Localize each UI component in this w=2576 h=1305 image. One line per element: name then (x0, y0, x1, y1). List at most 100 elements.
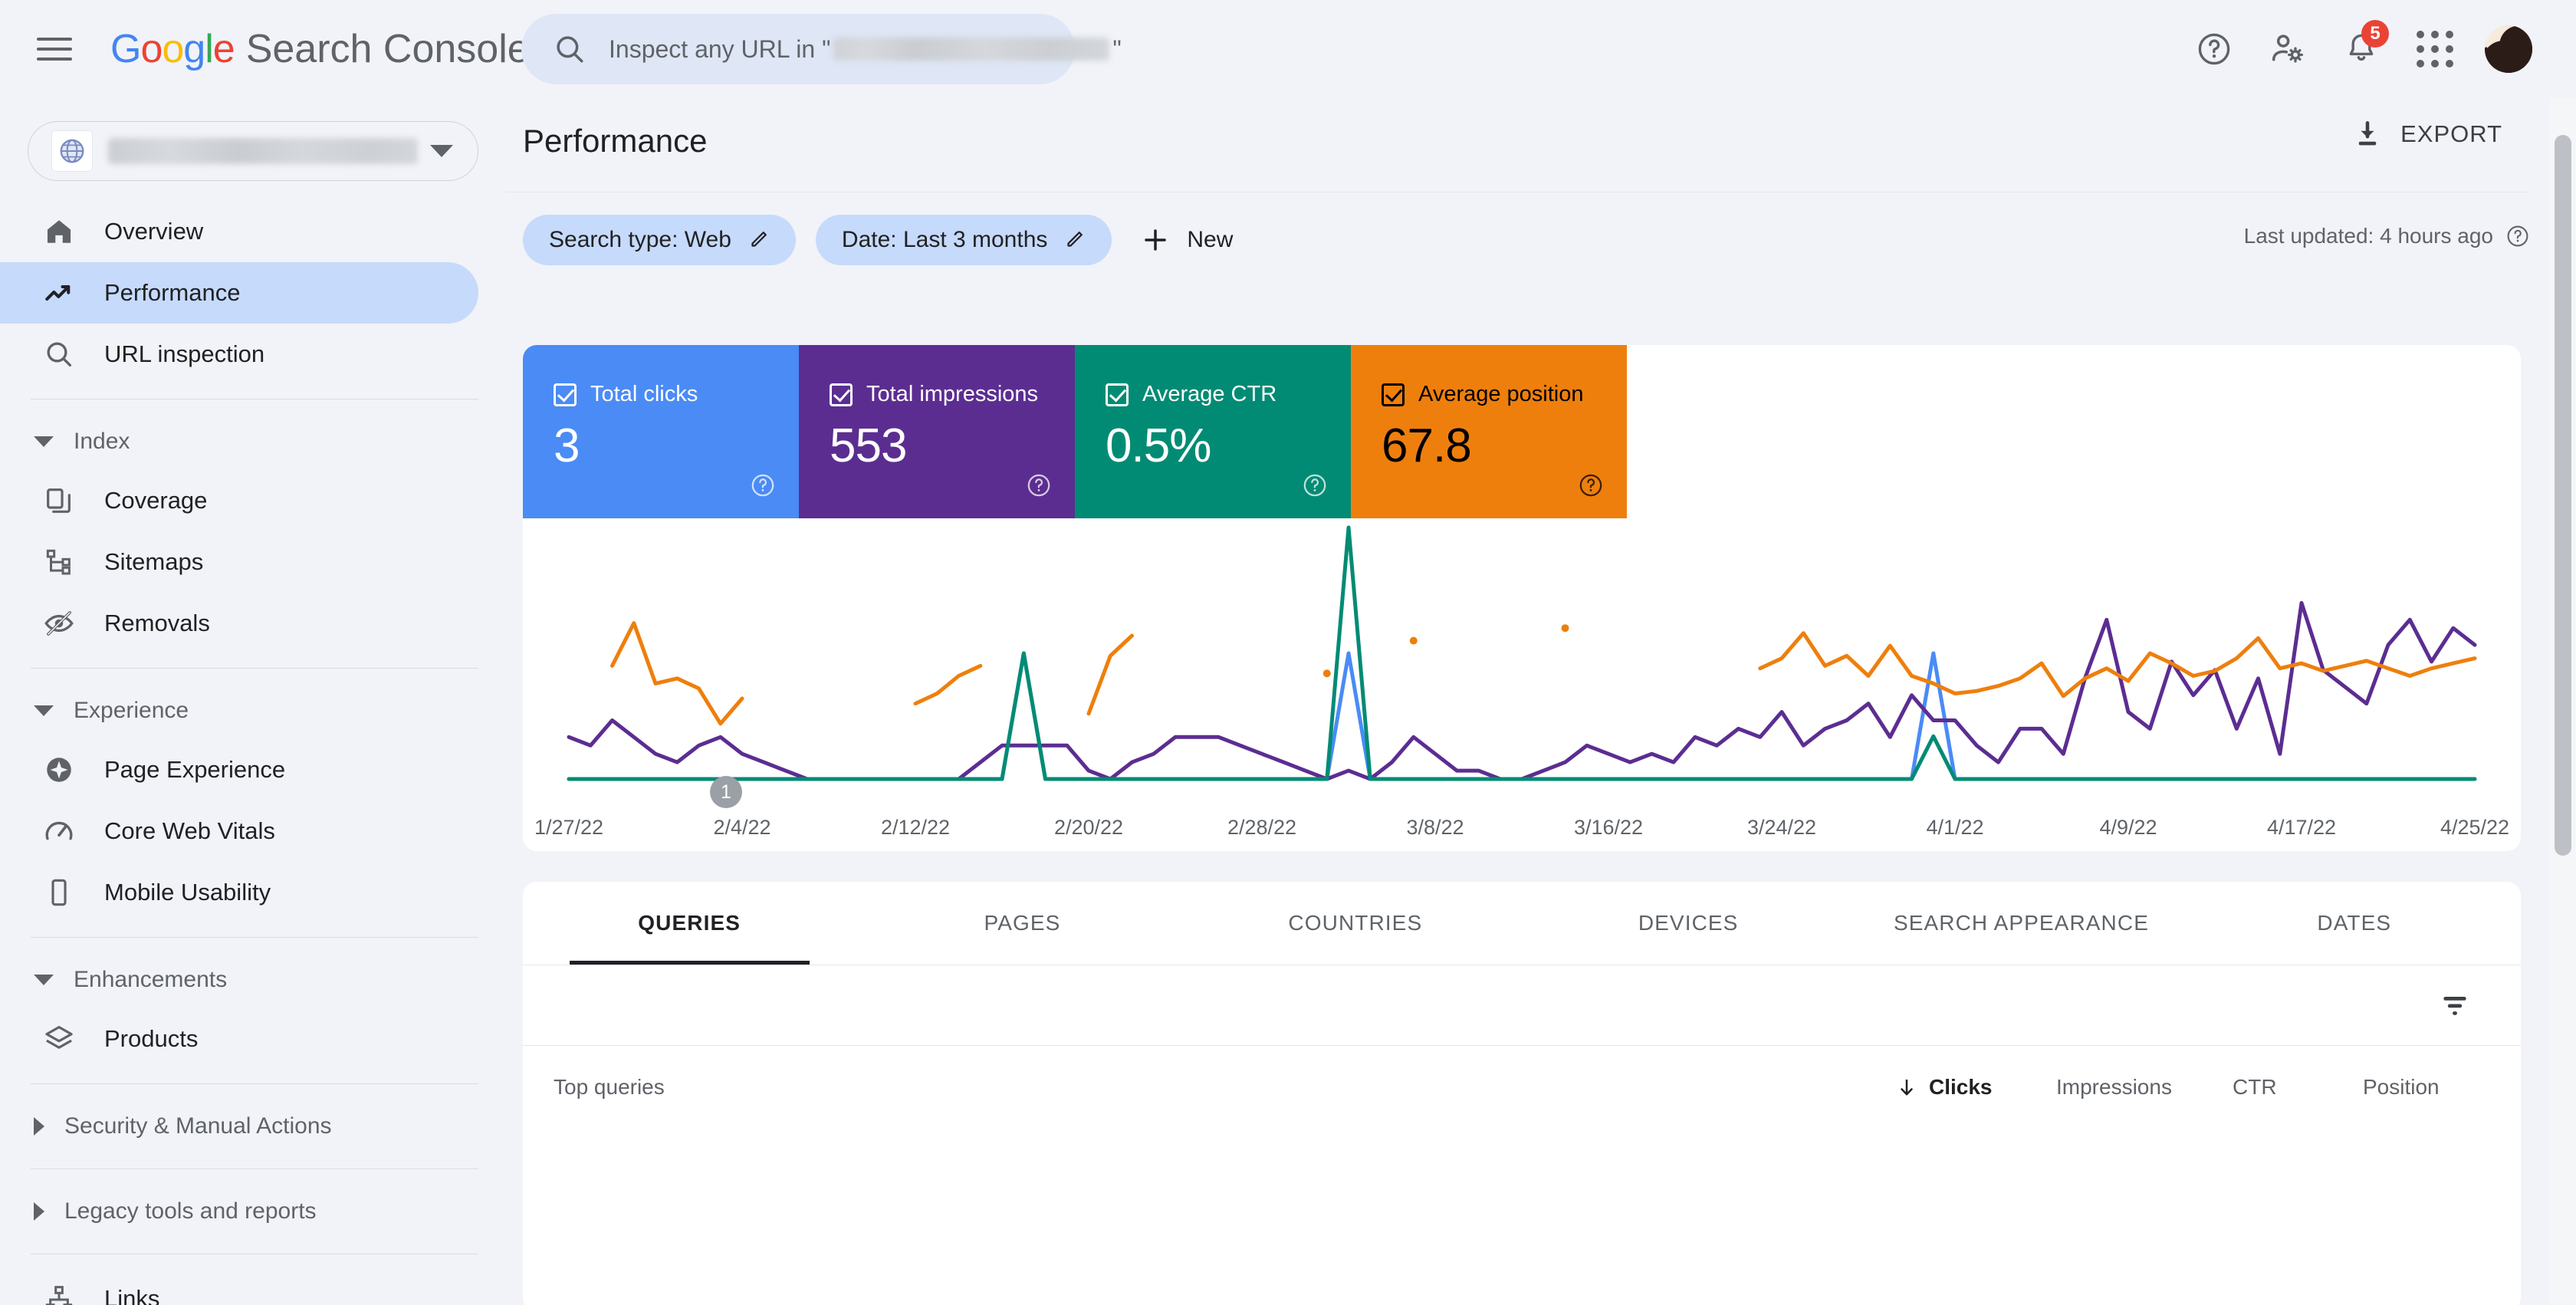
metric-label: Average position (1418, 382, 1584, 406)
help-icon[interactable] (1026, 472, 1052, 498)
search-input[interactable]: Inspect any URL in " " (521, 14, 1122, 84)
metric-card-ctr[interactable]: Average CTR 0.5% (1075, 345, 1351, 518)
tab-queries[interactable]: QUERIES (523, 882, 856, 965)
last-updated: Last updated: 4 hours ago (2244, 224, 2530, 248)
sidebar-item-sitemaps[interactable]: Sitemaps (0, 531, 478, 593)
new-filter-label: New (1187, 227, 1234, 252)
column-header-impressions[interactable]: Impressions (2056, 1075, 2172, 1100)
tab-countries[interactable]: COUNTRIES (1189, 882, 1522, 965)
scrollbar-thumb[interactable] (2555, 135, 2571, 856)
avatar-button[interactable] (2472, 12, 2545, 86)
redacted-property-name (108, 138, 418, 164)
speedometer-icon (41, 814, 77, 849)
chart-x-tick-label: 1/27/22 (534, 816, 604, 839)
redacted-property-url (833, 38, 1110, 61)
arrow-down-icon (1901, 1080, 1913, 1096)
apps-button[interactable] (2398, 12, 2472, 86)
search-placeholder-prefix: Inspect any URL in " (609, 35, 831, 63)
checkbox-icon[interactable] (554, 383, 577, 406)
last-updated-label: Last updated: 4 hours ago (2243, 224, 2493, 248)
avatar (2485, 25, 2532, 73)
sidebar-divider (31, 668, 478, 669)
new-filter-button[interactable]: New (1141, 225, 1233, 255)
help-icon[interactable] (750, 472, 776, 498)
performance-line-chart[interactable]: 1 1/27/22 2/4/22 2/12/22 2/20/22 2/28/22 3/8/… (523, 518, 2521, 851)
apps-grid-icon (2417, 31, 2453, 67)
account-settings-button[interactable] (2251, 12, 2325, 86)
sidebar-item-links[interactable]: Links (0, 1268, 478, 1305)
sidebar-section-index[interactable]: Index (0, 413, 506, 470)
tab-pages[interactable]: PAGES (856, 882, 1188, 965)
notifications-badge: 5 (2361, 20, 2389, 48)
dimension-table-card: QUERIES PAGES COUNTRIES DEVICES SEARCH APPEA… (523, 882, 2521, 1305)
sidebar-item-mobile-usability[interactable]: Mobile Usability (0, 862, 478, 923)
sidebar-section-label: Legacy tools and reports (64, 1198, 317, 1224)
sidebar-item-label: Removals (104, 610, 210, 636)
tab-search-appearance[interactable]: SEARCH APPEARANCE (1855, 882, 2187, 965)
sidebar-item-performance[interactable]: Performance (0, 262, 478, 324)
sidebar-section-security[interactable]: Security & Manual Actions (0, 1098, 506, 1155)
property-selector[interactable] (28, 121, 478, 181)
help-icon[interactable] (2505, 224, 2530, 248)
sidebar-item-coverage[interactable]: Coverage (0, 470, 478, 531)
home-icon (41, 214, 77, 249)
sidebar-item-overview[interactable]: Overview (0, 201, 478, 262)
download-icon (2358, 121, 2377, 146)
export-label: EXPORT (2400, 120, 2502, 147)
dimension-tabs: QUERIES PAGES COUNTRIES DEVICES SEARCH APPEA… (523, 882, 2521, 965)
column-header-ctr[interactable]: CTR (2233, 1075, 2277, 1100)
checkbox-icon[interactable] (830, 383, 853, 406)
chart-x-tick-label: 2/12/22 (880, 816, 951, 839)
links-icon (41, 1281, 77, 1305)
sidebar-section-experience[interactable]: Experience (0, 682, 506, 739)
sidebar-item-core-web-vitals[interactable]: Core Web Vitals (0, 800, 478, 862)
tab-devices[interactable]: DEVICES (1522, 882, 1855, 965)
search-icon (557, 36, 583, 63)
column-header-top-queries[interactable]: Top queries (554, 1075, 665, 1100)
filter-chip-label: Date: Last 3 months (841, 227, 1048, 252)
sidebar-section-legacy[interactable]: Legacy tools and reports (0, 1183, 506, 1240)
metric-card-position[interactable]: Average position 67.8 (1351, 345, 1627, 518)
sidebar-item-removals[interactable]: Removals (0, 593, 478, 654)
filter-chip-date[interactable]: Date: Last 3 months (815, 215, 1112, 265)
help-icon (2198, 33, 2230, 65)
help-icon[interactable] (1578, 472, 1604, 498)
metric-label: Average CTR (1142, 382, 1277, 406)
metric-card-impressions[interactable]: Total impressions 553 (799, 345, 1075, 518)
help-icon[interactable] (1302, 472, 1328, 498)
sidebar-section-label: Experience (74, 698, 189, 723)
tab-dates[interactable]: DATES (2188, 882, 2521, 965)
metric-card-clicks[interactable]: Total clicks 3 (523, 345, 799, 518)
column-header-position[interactable]: Position (2363, 1075, 2440, 1100)
column-header-label: Clicks (1929, 1075, 1993, 1099)
sidebar-item-page-experience[interactable]: Page Experience (0, 739, 478, 800)
sidebar-item-label: Mobile Usability (104, 879, 271, 906)
chart-x-tick-label: 4/25/22 (2440, 816, 2510, 839)
metric-label: Total impressions (866, 382, 1039, 406)
filter-chip-search-type[interactable]: Search type: Web (523, 215, 796, 265)
pencil-icon (1067, 232, 1083, 247)
chart-annotation-marker[interactable]: 1 (709, 776, 742, 808)
chevron-down-icon (34, 705, 54, 716)
sidebar-item-label: URL inspection (104, 340, 265, 367)
sidebar-item-url-inspection[interactable]: URL inspection (0, 324, 478, 385)
sidebar-item-products[interactable]: Products (0, 1008, 478, 1070)
sidebar-nav: Overview Performance URL inspection (0, 201, 506, 385)
column-header-clicks[interactable]: Clicks (1895, 1075, 1993, 1100)
filter-list-icon[interactable] (2438, 988, 2472, 1022)
help-button[interactable] (2177, 12, 2251, 86)
table-column-headers: Top queries Clicks Impressions CTR Position (523, 1046, 2521, 1127)
sidebar-section-enhancements[interactable]: Enhancements (0, 952, 506, 1008)
metric-label-row: Total clicks (554, 382, 698, 407)
sidebar-section-label: Enhancements (74, 967, 228, 992)
sidebar-item-label: Links (104, 1285, 160, 1305)
checkbox-icon[interactable] (1106, 383, 1129, 406)
chart-svg (567, 525, 2477, 781)
vertical-scrollbar[interactable] (2550, 98, 2576, 1305)
export-button[interactable]: EXPORT (2351, 118, 2502, 150)
hamburger-icon[interactable] (37, 31, 72, 67)
search-console-app: Google Search Console Inspect any URL in… (0, 0, 2576, 1305)
active-tab-indicator (569, 961, 810, 965)
notifications-button[interactable]: 5 (2325, 12, 2398, 86)
checkbox-icon[interactable] (1382, 383, 1405, 406)
